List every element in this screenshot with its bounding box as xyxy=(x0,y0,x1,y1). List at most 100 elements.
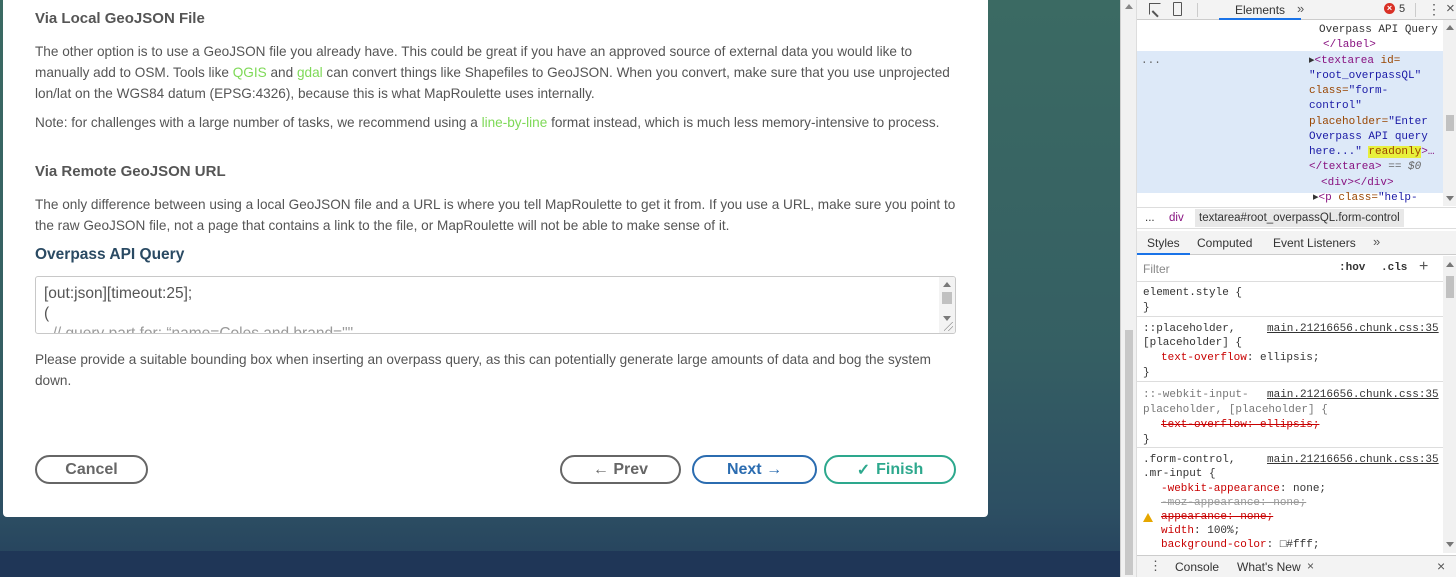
tree-line[interactable]: class="form- xyxy=(1309,84,1388,99)
tab-styles[interactable]: Styles xyxy=(1137,231,1190,255)
rule-source-link[interactable]: main.21216656.chunk.css:35 xyxy=(1267,453,1439,468)
more-subtabs-icon[interactable]: » xyxy=(1373,231,1380,253)
tab-event-listeners[interactable]: Event Listeners xyxy=(1273,231,1356,255)
more-tabs-icon[interactable]: » xyxy=(1297,0,1304,18)
node-actions-icon[interactable]: ... xyxy=(1141,54,1161,69)
page-scrollbar[interactable] xyxy=(1121,0,1137,577)
style-rule: element.style { } xyxy=(1137,283,1443,317)
scroll-thumb[interactable] xyxy=(942,292,952,304)
hover-state-toggle[interactable]: :hov xyxy=(1339,262,1365,274)
rule-selector[interactable]: ::-webkit-input- xyxy=(1143,388,1249,403)
tag-token: <textarea xyxy=(1314,55,1374,67)
style-rule: .form-control, main.21216656.chunk.css:3… xyxy=(1137,451,1443,553)
val-token: "form- xyxy=(1348,85,1389,97)
scroll-up-arrow-icon[interactable] xyxy=(943,282,951,287)
add-rule-icon[interactable]: + xyxy=(1419,258,1428,276)
tree-line[interactable]: Overpass API query xyxy=(1309,130,1428,145)
rule-selector[interactable]: .form-control, xyxy=(1143,453,1235,468)
tree-line[interactable]: </textarea> == $0 xyxy=(1309,160,1421,175)
prop-name: background-color xyxy=(1161,539,1267,551)
scroll-thumb[interactable] xyxy=(1446,115,1454,131)
line-by-line-link[interactable]: line-by-line xyxy=(482,115,548,130)
error-count[interactable]: 5 xyxy=(1399,3,1405,15)
gdal-link[interactable]: gdal xyxy=(297,65,323,80)
scroll-down-arrow-icon[interactable] xyxy=(1446,196,1454,201)
scroll-thumb[interactable] xyxy=(1446,276,1454,298)
tree-line[interactable]: ▸<textarea id= xyxy=(1309,54,1400,69)
scroll-up-arrow-icon[interactable] xyxy=(1446,25,1454,30)
overpass-query-textarea[interactable]: [out:json][timeout:25]; ( // query part f… xyxy=(35,276,956,334)
tree-line[interactable]: ▸<p class="help- xyxy=(1313,191,1418,206)
prop-value: : □#fff; xyxy=(1266,539,1320,551)
attr-token: id= xyxy=(1373,55,1401,67)
selected-marker: == $0 xyxy=(1381,161,1422,173)
styles-scrollbar[interactable] xyxy=(1443,256,1456,553)
elements-tree: ... Overpass API Query </label> ▸<textar… xyxy=(1137,20,1456,206)
tab-console[interactable]: Console xyxy=(1175,560,1219,574)
close-tab-icon[interactable]: × xyxy=(1307,559,1314,573)
tree-line[interactable]: <div></div> xyxy=(1321,176,1394,191)
class-toggle[interactable]: .cls xyxy=(1381,262,1407,274)
rule-selector[interactable]: placeholder, [placeholder] { xyxy=(1143,403,1328,418)
breadcrumb-item-textarea[interactable]: textarea#root_overpassQL.form-control xyxy=(1195,209,1404,227)
rule-declaration[interactable]: text-overflow: ellipsis; xyxy=(1161,351,1319,366)
scroll-down-arrow-icon[interactable] xyxy=(1446,542,1454,547)
scroll-thumb[interactable] xyxy=(1125,330,1133,575)
rule-selector[interactable]: .mr-input { xyxy=(1143,467,1216,482)
rule-declaration-overridden[interactable]: text-overflow: ellipsis; xyxy=(1161,418,1319,433)
breadcrumb-overflow[interactable]: ... xyxy=(1145,208,1155,228)
customize-menu-icon[interactable]: ⋮ xyxy=(1427,1,1441,17)
close-drawer-icon[interactable]: × xyxy=(1437,558,1445,574)
cancel-button[interactable]: Cancel xyxy=(35,455,148,484)
rule-declaration[interactable]: width: 100%; xyxy=(1161,524,1240,539)
device-toolbar-icon[interactable] xyxy=(1173,2,1182,16)
tab-elements[interactable]: Elements xyxy=(1219,0,1302,20)
warning-icon xyxy=(1143,513,1153,522)
local-geojson-description: The other option is to use a GeoJSON fil… xyxy=(35,41,960,104)
elements-scrollbar[interactable] xyxy=(1443,20,1456,206)
breadcrumb-item-div[interactable]: div xyxy=(1169,208,1184,228)
tab-whats-new[interactable]: What's New xyxy=(1237,560,1301,574)
prev-button[interactable]: ← Prev xyxy=(560,455,681,484)
readonly-attr-highlight: readonly xyxy=(1368,146,1422,158)
prop-value: : ellipsis; xyxy=(1246,352,1320,364)
via-remote-heading: Via Remote GeoJSON URL xyxy=(35,163,226,180)
next-button[interactable]: Next → xyxy=(692,455,817,484)
finish-button[interactable]: ✓ Finish xyxy=(824,455,956,484)
divider xyxy=(1197,3,1198,17)
rule-source-link[interactable]: main.21216656.chunk.css:35 xyxy=(1267,388,1439,403)
rule-declaration-overridden[interactable]: -moz-appearance: none; xyxy=(1161,496,1306,511)
resize-handle-icon[interactable] xyxy=(944,322,953,331)
inspect-element-icon[interactable] xyxy=(1149,3,1161,15)
val-token: "help- xyxy=(1377,192,1418,204)
rule-close: } xyxy=(1143,434,1150,446)
tree-line[interactable]: placeholder="Enter xyxy=(1309,115,1428,130)
rule-source-link[interactable]: main.21216656.chunk.css:35 xyxy=(1267,322,1439,337)
prop-name: width xyxy=(1161,525,1195,537)
rule-declaration[interactable]: background-color: □#fff; xyxy=(1161,538,1319,553)
tree-line[interactable]: </label> xyxy=(1323,38,1376,53)
scroll-down-arrow-icon[interactable] xyxy=(943,316,951,321)
tab-computed[interactable]: Computed xyxy=(1197,231,1252,255)
qgis-link[interactable]: QGIS xyxy=(233,65,267,80)
tree-line[interactable]: control" xyxy=(1309,99,1362,114)
tree-line[interactable]: Overpass API Query xyxy=(1319,23,1438,38)
close-icon[interactable]: × xyxy=(1446,0,1455,18)
scroll-up-arrow-icon[interactable] xyxy=(1125,4,1133,9)
drawer-menu-icon[interactable]: ⋮ xyxy=(1149,558,1162,574)
rule-selector[interactable]: [placeholder] { xyxy=(1143,336,1242,351)
query-line: // query part for: “name=Coles and brand… xyxy=(44,325,354,334)
devtools-drawer: ⋮ Console What's New × × xyxy=(1137,555,1456,577)
remote-geojson-description: The only difference between using a loca… xyxy=(35,197,956,233)
error-icon[interactable]: × xyxy=(1384,3,1395,14)
styles-filter-input[interactable]: Filter xyxy=(1143,262,1170,276)
scroll-up-arrow-icon[interactable] xyxy=(1446,262,1454,267)
tree-line[interactable]: here..." readonly>… xyxy=(1309,145,1434,160)
check-icon: ✓ xyxy=(856,461,871,479)
query-line: [out:json][timeout:25]; xyxy=(44,285,193,302)
tree-line[interactable]: "root_overpassQL" xyxy=(1309,69,1421,84)
rule-declaration[interactable]: -webkit-appearance: none; xyxy=(1161,482,1326,497)
rule-selector[interactable]: ::placeholder, xyxy=(1143,322,1235,337)
rule-selector[interactable]: element.style { xyxy=(1143,286,1242,301)
rule-declaration-invalid[interactable]: appearance: none; xyxy=(1161,510,1273,525)
